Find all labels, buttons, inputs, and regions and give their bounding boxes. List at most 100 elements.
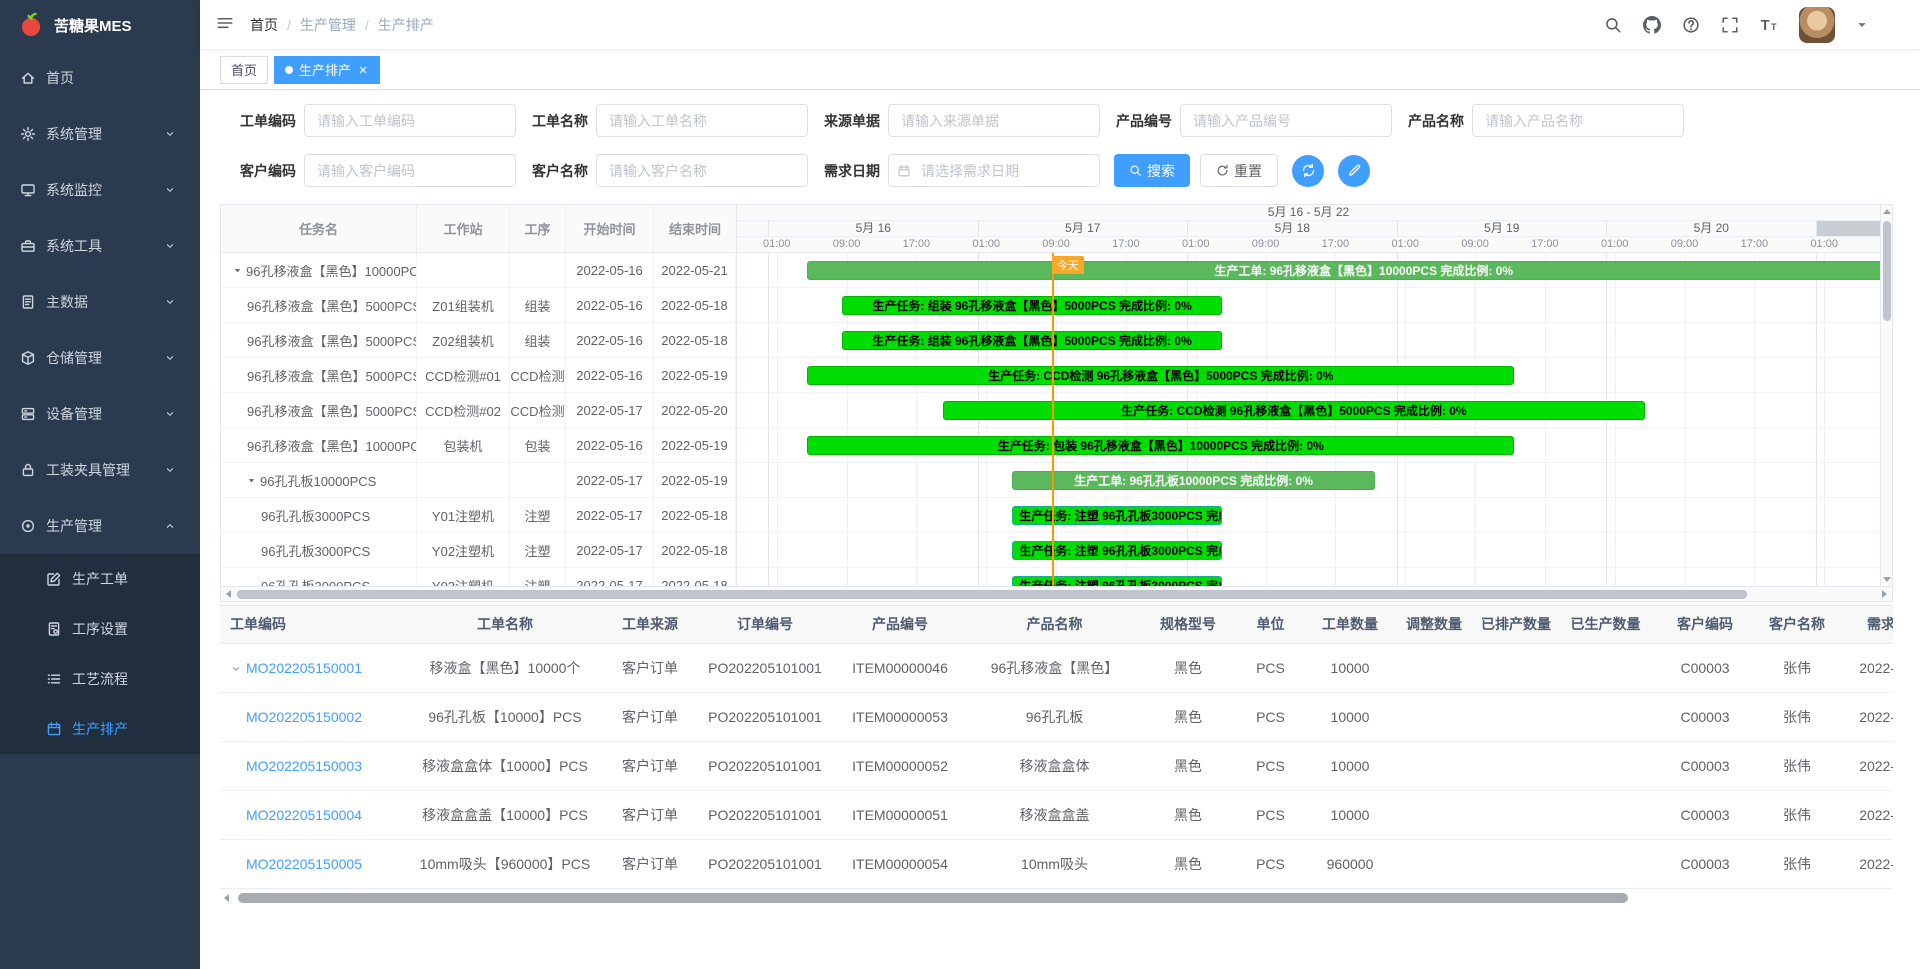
- github-icon[interactable]: [1643, 16, 1661, 34]
- scroll-left-arrow[interactable]: [224, 894, 229, 902]
- gantt-bar[interactable]: 生产任务: CCD检测 96孔移液盒【黑色】5000PCS 完成比例: 0%: [807, 366, 1514, 385]
- scroll-up-arrow[interactable]: [1883, 209, 1891, 214]
- orders-cell: 客户订单: [622, 758, 678, 774]
- sidebar-item-system-monitor[interactable]: 系统监控: [0, 162, 200, 218]
- gantt-task-row[interactable]: 96孔孔板3000PCSY02注塑机注塑2022-05-172022-05-18: [221, 533, 736, 568]
- filter-item: 客户编码: [232, 154, 516, 187]
- work-order-link[interactable]: MO202205150003: [246, 758, 362, 774]
- sidebar-item-production-mgmt[interactable]: 生产管理: [0, 498, 200, 554]
- gantt-bar[interactable]: 生产任务: 组装 96孔移液盒【黑色】5000PCS 完成比例: 0%: [842, 331, 1222, 350]
- refresh-gantt-button[interactable]: [1292, 155, 1324, 187]
- chevron-down-icon[interactable]: [230, 663, 242, 675]
- gantt-task-row[interactable]: 96孔孔板3000PCSY03注塑机注塑2022-05-172022-05-18: [221, 568, 736, 586]
- scrollbar-thumb[interactable]: [1883, 221, 1891, 321]
- orders-table: 工单编码工单名称工单来源订单编号产品编号产品名称规格型号单位工单数量调整数量已排…: [220, 606, 1893, 889]
- work-order-name-input[interactable]: [596, 104, 808, 137]
- user-avatar[interactable]: [1799, 7, 1835, 43]
- task-workstation: CCD检测#01: [425, 366, 501, 385]
- font-size-icon[interactable]: TT: [1760, 16, 1778, 34]
- gantt-bar[interactable]: 生产工单: 96孔孔板10000PCS 完成比例: 0%: [1012, 471, 1374, 490]
- sidebar-item-system-tools[interactable]: 系统工具: [0, 218, 200, 274]
- sidebar-item-master-data[interactable]: 主数据: [0, 274, 200, 330]
- timeline-hour-label: 09:00: [1042, 237, 1070, 252]
- gantt-timeline: 5月 16 - 5月 22 5月 165月 175月 185月 195月 20 …: [737, 205, 1880, 586]
- sidebar-subitem-work-order[interactable]: 生产工单: [0, 554, 200, 604]
- orders-cell: PCS: [1256, 856, 1285, 872]
- fullscreen-icon[interactable]: [1721, 16, 1739, 34]
- gantt-bar[interactable]: 生产任务: CCD检测 96孔移液盒【黑色】5000PCS 完成比例: 0%: [943, 401, 1646, 420]
- gantt-task-row[interactable]: 96孔移液盒【黑色】5000PCSCCD检测#02CCD检测2022-05-17…: [221, 393, 736, 428]
- orders-column-header: 工单数量: [1304, 606, 1396, 643]
- search-icon[interactable]: [1604, 16, 1622, 34]
- work-order-link[interactable]: MO202205150004: [246, 807, 362, 823]
- search-button[interactable]: 搜索: [1114, 154, 1190, 187]
- sidebar-menu: 首页系统管理系统监控系统工具主数据仓储管理设备管理工装夹具管理生产管理生产工单工…: [0, 50, 200, 754]
- gantt-task-row[interactable]: 96孔移液盒【黑色】10000PCS2022-05-162022-05-21: [221, 253, 736, 288]
- work-order-link[interactable]: MO202205150002: [246, 709, 362, 725]
- orders-cell: 张伟: [1783, 709, 1811, 725]
- orders-column-header: 客户名称: [1759, 606, 1835, 643]
- work-order-link[interactable]: MO202205150001: [246, 660, 362, 676]
- gantt-task-row[interactable]: 96孔孔板3000PCSY01注塑机注塑2022-05-172022-05-18: [221, 498, 736, 533]
- gantt-vertical-scrollbar[interactable]: [1880, 205, 1892, 586]
- sidebar-item-system-mgmt[interactable]: 系统管理: [0, 106, 200, 162]
- orders-row[interactable]: MO202205150001移液盒【黑色】10000个客户订单PO2022051…: [220, 643, 1893, 692]
- gantt-task-row[interactable]: 96孔孔板10000PCS2022-05-172022-05-19: [221, 463, 736, 498]
- customer-code-input[interactable]: [304, 154, 516, 187]
- gantt-bar[interactable]: 生产任务: 包装 96孔移液盒【黑色】10000PCS 完成比例: 0%: [807, 436, 1514, 455]
- timeline-day-label: 5月 16: [768, 221, 978, 236]
- gantt-task-row[interactable]: 96孔移液盒【黑色】5000PCSZ01组装机组装2022-05-162022-…: [221, 288, 736, 323]
- orders-cell: 张伟: [1783, 856, 1811, 872]
- work-order-link[interactable]: MO202205150005: [246, 856, 362, 872]
- orders-row[interactable]: MO20220515000296孔孔板【10000】PCS客户订单PO20220…: [220, 692, 1893, 741]
- task-end-date: 2022-05-20: [661, 403, 728, 418]
- gantt-bar[interactable]: 生产任务: 注塑 96孔孔板3000PCS 完成比例: 0%: [1012, 576, 1221, 586]
- gantt-task-row[interactable]: 96孔移液盒【黑色】5000PCSCCD检测#01CCD检测2022-05-16…: [221, 358, 736, 393]
- orders-row[interactable]: MO202205150004移液盒盒盖【10000】PCS客户订单PO20220…: [220, 790, 1893, 839]
- gantt-bar[interactable]: 生产工单: 96孔移液盒【黑色】10000PCS 完成比例: 0%: [807, 261, 1880, 280]
- breadcrumb-item[interactable]: 首页: [250, 15, 278, 35]
- draw-gantt-button[interactable]: [1338, 155, 1370, 187]
- orders-cell: PO202205101001: [708, 758, 822, 774]
- reset-button[interactable]: 重置: [1200, 154, 1278, 187]
- help-icon[interactable]: [1682, 16, 1700, 34]
- sidebar-item-warehouse-mgmt[interactable]: 仓储管理: [0, 330, 200, 386]
- gantt-task-row[interactable]: 96孔移液盒【黑色】10000PCS包装机包装2022-05-162022-05…: [221, 428, 736, 463]
- gantt-horizontal-scrollbar[interactable]: [221, 586, 1892, 601]
- product-name-input[interactable]: [1472, 104, 1684, 137]
- close-icon[interactable]: [357, 64, 369, 76]
- scrollbar-thumb[interactable]: [237, 590, 1747, 599]
- sidebar-subitem-process-setup[interactable]: 工序设置: [0, 604, 200, 654]
- scrollbar-thumb[interactable]: [238, 893, 1628, 903]
- work-order-code-input[interactable]: [304, 104, 516, 137]
- filter-item: 工单编码: [232, 104, 516, 137]
- orders-horizontal-scrollbar[interactable]: [220, 891, 1893, 905]
- orders-column-header: 已排产数量: [1472, 606, 1560, 643]
- demand-date-input[interactable]: [888, 154, 1100, 187]
- sidebar-item-home[interactable]: 首页: [0, 50, 200, 106]
- gantt-task-row[interactable]: 96孔移液盒【黑色】5000PCSZ02组装机组装2022-05-162022-…: [221, 323, 736, 358]
- gantt-bar[interactable]: 生产任务: 组装 96孔移液盒【黑色】5000PCS 完成比例: 0%: [842, 296, 1222, 315]
- sidebar-item-fixture-mgmt[interactable]: 工装夹具管理: [0, 442, 200, 498]
- app-root: 苦糖果MES 首页系统管理系统监控系统工具主数据仓储管理设备管理工装夹具管理生产…: [0, 0, 1920, 969]
- task-name: 96孔移液盒【黑色】5000PCS: [247, 296, 417, 315]
- gantt-bar[interactable]: 生产任务: 注塑 96孔孔板3000PCS 完成比例: 0%: [1012, 541, 1221, 560]
- scroll-down-arrow[interactable]: [1883, 577, 1891, 582]
- app-logo[interactable]: 苦糖果MES: [0, 0, 200, 50]
- caret-down-icon[interactable]: [1856, 19, 1868, 31]
- sidebar-toggle[interactable]: [200, 14, 250, 35]
- orders-row[interactable]: MO202205150003移液盒盒体【10000】PCS客户订单PO20220…: [220, 741, 1893, 790]
- product-code-input[interactable]: [1180, 104, 1392, 137]
- customer-name-input[interactable]: [596, 154, 808, 187]
- scroll-right-arrow[interactable]: [1882, 590, 1887, 598]
- orders-row[interactable]: MO20220515000510mm吸头【960000】PCS客户订单PO202…: [220, 839, 1893, 888]
- sidebar-subitem-process-flow[interactable]: 工艺流程: [0, 654, 200, 704]
- tab-home[interactable]: 首页: [220, 56, 268, 84]
- tab-scheduling[interactable]: 生产排产: [274, 56, 380, 84]
- orders-cell: 张伟: [1783, 660, 1811, 676]
- sidebar-subitem-scheduling[interactable]: 生产排产: [0, 704, 200, 754]
- source-doc-input[interactable]: [888, 104, 1100, 137]
- scroll-left-arrow[interactable]: [226, 590, 231, 598]
- gantt-bar[interactable]: 生产任务: 注塑 96孔孔板3000PCS 完成比例: 0%: [1012, 506, 1221, 525]
- sidebar-item-equipment-mgmt[interactable]: 设备管理: [0, 386, 200, 442]
